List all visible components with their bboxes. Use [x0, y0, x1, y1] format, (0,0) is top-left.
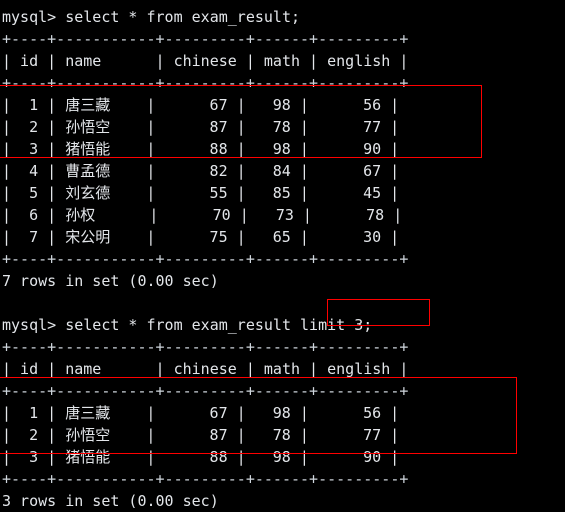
- table2-bottom-rule: +----+-----------+---------+------+-----…: [2, 470, 409, 488]
- table-row: | 3 | 猪悟能 | 88 | 98 | 90 |: [2, 140, 400, 158]
- blank-separator-line: [2, 292, 565, 314]
- command-line-select-all: mysql> select * from exam_result;: [2, 8, 301, 26]
- result-status-3-rows: 3 rows in set (0.00 sec): [2, 492, 219, 510]
- table1-bottom-rule: +----+-----------+---------+------+-----…: [2, 250, 409, 268]
- table1-header-row: | id | name | chinese | math | english |: [2, 52, 409, 70]
- terminal-window[interactable]: mysql> select * from exam_result; +----+…: [0, 0, 565, 510]
- table-row: | 1 | 唐三藏 | 67 | 98 | 56 |: [2, 404, 400, 422]
- table2-top-rule: +----+-----------+---------+------+-----…: [2, 338, 409, 356]
- table1-mid-rule: +----+-----------+---------+------+-----…: [2, 74, 409, 92]
- table-row: | 2 | 孙悟空 | 87 | 78 | 77 |: [2, 426, 400, 444]
- table-row: | 4 | 曹孟德 | 82 | 84 | 67 |: [2, 162, 400, 180]
- table-row: | 3 | 猪悟能 | 88 | 98 | 90 |: [2, 448, 400, 466]
- command-line-select-limit: mysql> select * from exam_result limit 3…: [2, 314, 565, 336]
- result-status-7-rows: 7 rows in set (0.00 sec): [2, 272, 219, 290]
- limit-clause-text: limit 3;: [300, 316, 373, 334]
- table-row: | 6 | 孙权 | 70 | 73 | 78 |: [2, 206, 403, 224]
- table2-header-row: | id | name | chinese | math | english |: [2, 360, 409, 378]
- table2-mid-rule: +----+-----------+---------+------+-----…: [2, 382, 409, 400]
- table-row: | 7 | 宋公明 | 75 | 65 | 30 |: [2, 228, 400, 246]
- table-row: | 5 | 刘玄德 | 55 | 85 | 45 |: [2, 184, 400, 202]
- table-row: | 1 | 唐三藏 | 67 | 98 | 56 |: [2, 96, 400, 114]
- table-row: | 2 | 孙悟空 | 87 | 78 | 77 |: [2, 118, 400, 136]
- command-text-prefix: mysql> select * from exam_result: [2, 316, 301, 334]
- table1-top-rule: +----+-----------+---------+------+-----…: [2, 30, 409, 48]
